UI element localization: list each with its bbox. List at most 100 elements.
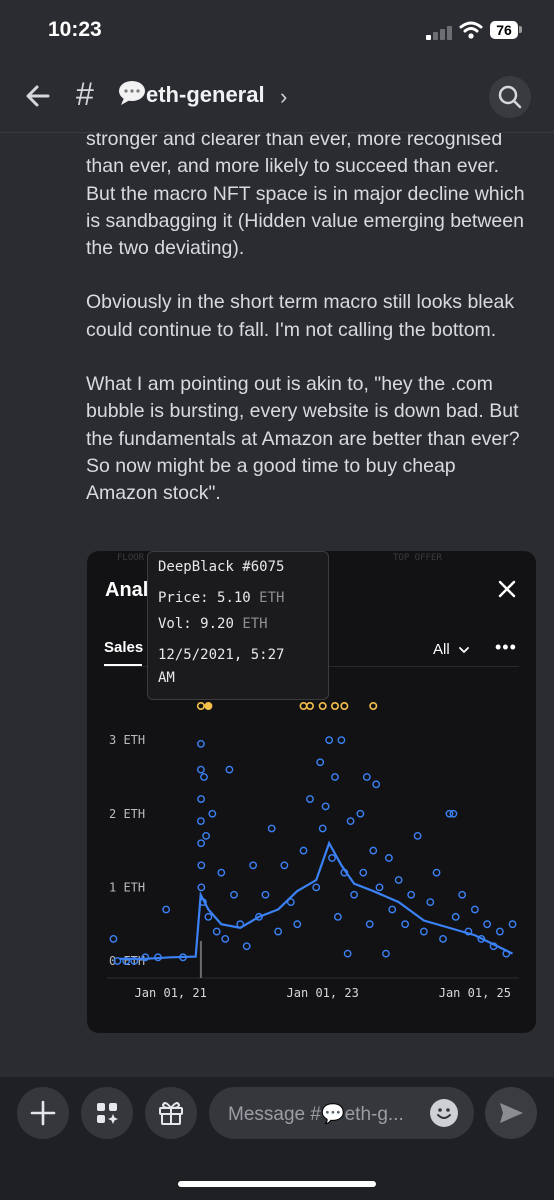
sale-point xyxy=(449,809,458,818)
sale-point xyxy=(274,927,283,936)
sale-point-above-range xyxy=(340,702,349,711)
sale-point xyxy=(407,890,416,899)
sale-point xyxy=(495,927,504,936)
sale-point xyxy=(328,854,336,862)
y-tick-label: 3 ETH xyxy=(109,733,145,747)
chart-tooltip: DeepBlack #6075 Price: 5.10 ETH Vol: 9.2… xyxy=(147,551,329,700)
sale-point xyxy=(221,935,230,943)
sale-point xyxy=(432,868,441,877)
send-button[interactable] xyxy=(485,1087,537,1139)
x-tick-label: Jan 01, 21 xyxy=(135,986,207,1000)
sale-point xyxy=(394,876,403,884)
sale-point xyxy=(426,898,435,907)
sale-point xyxy=(225,765,234,774)
sale-point-above-range xyxy=(318,702,327,711)
channel-name[interactable]: eth-general xyxy=(146,82,265,108)
sale-point xyxy=(350,890,359,899)
tooltip-datetime: 12/5/2021, 5:27 xyxy=(158,647,285,663)
battery-indicator: 76 xyxy=(490,21,518,39)
sale-point-above-range xyxy=(204,702,213,711)
sale-point xyxy=(236,920,245,929)
sale-point xyxy=(325,736,334,745)
sale-point xyxy=(267,824,276,833)
sale-point xyxy=(439,935,447,943)
emoji-icon[interactable] xyxy=(430,1099,458,1127)
sale-point xyxy=(419,927,428,936)
tooltip-vol-label: Vol: xyxy=(158,616,192,632)
message-composer: Message #💬eth-g... xyxy=(0,1076,554,1200)
status-bar: 10:23 76 xyxy=(0,0,554,62)
cell-signal-icon xyxy=(426,24,454,40)
sale-point xyxy=(382,949,390,958)
tooltip-datetime-2: AM xyxy=(158,670,175,686)
apps-icon xyxy=(97,1103,118,1124)
sale-point xyxy=(293,920,302,929)
tooltip-price-unit: ETH xyxy=(259,590,285,606)
sale-point xyxy=(321,802,330,811)
sale-point xyxy=(331,773,339,781)
sale-point xyxy=(217,868,226,877)
sale-point xyxy=(316,758,325,767)
gift-icon xyxy=(159,1102,183,1125)
sale-point xyxy=(401,920,410,929)
apps-button[interactable] xyxy=(81,1087,133,1139)
message-input[interactable]: Message #💬eth-g... xyxy=(209,1087,474,1139)
sale-point xyxy=(333,912,342,921)
sale-point xyxy=(306,795,314,803)
sale-point xyxy=(312,883,321,892)
sale-point xyxy=(208,809,217,818)
tooltip-price-label: Price: xyxy=(158,590,209,606)
sale-point xyxy=(212,927,221,936)
plus-icon xyxy=(30,1100,56,1126)
sale-point-above-range xyxy=(196,702,205,711)
sale-point xyxy=(365,920,374,929)
back-arrow-icon[interactable] xyxy=(22,80,54,112)
sale-point xyxy=(196,739,205,748)
message-paragraph: What I am pointing out is akin to, "hey … xyxy=(86,373,520,505)
sale-point xyxy=(286,898,295,907)
sale-point xyxy=(197,861,206,870)
emoji-face xyxy=(437,1108,451,1119)
tooltip-item: DeepBlack #6075 xyxy=(158,559,285,575)
wifi-icon xyxy=(459,21,483,39)
message-paragraph: stronger and clearer than ever, more rec… xyxy=(86,128,525,260)
sale-point xyxy=(249,861,258,870)
sale-point xyxy=(204,912,213,921)
sale-point xyxy=(372,780,381,789)
sale-point xyxy=(346,817,355,826)
tooltip-price-row: Price: 5.10 ETH xyxy=(158,590,284,606)
sale-point xyxy=(162,905,171,914)
sale-point xyxy=(337,736,346,745)
sale-point xyxy=(451,912,460,921)
sale-point xyxy=(359,868,368,877)
sale-point xyxy=(196,765,205,774)
message-paragraph: Obviously in the short term macro still … xyxy=(86,291,515,341)
sale-point xyxy=(413,831,422,840)
sale-point xyxy=(230,890,238,899)
chevron-right-icon[interactable]: › xyxy=(280,84,287,110)
sale-point xyxy=(109,935,118,943)
sale-point xyxy=(362,773,371,781)
sale-point xyxy=(261,890,270,899)
message-body: stronger and clearer than ever, more rec… xyxy=(86,126,526,535)
sale-point xyxy=(197,839,206,848)
tooltip-vol-unit: ETH xyxy=(242,616,268,632)
sale-point xyxy=(369,846,378,855)
sale-point xyxy=(384,854,393,862)
sale-point xyxy=(375,883,384,892)
message-placeholder: Message #💬eth-g... xyxy=(228,1104,404,1125)
sale-point xyxy=(356,809,365,818)
sale-point-above-range xyxy=(299,702,308,711)
search-button[interactable] xyxy=(489,76,531,118)
home-indicator xyxy=(178,1181,376,1187)
gift-button[interactable] xyxy=(145,1087,197,1139)
sale-point xyxy=(483,920,492,929)
status-time: 10:23 xyxy=(48,18,102,41)
x-tick-label: Jan 01, 25 xyxy=(439,986,511,1000)
y-tick-label: 2 ETH xyxy=(109,807,145,821)
sale-point xyxy=(200,773,208,781)
sale-point xyxy=(197,883,206,892)
add-button[interactable] xyxy=(17,1087,69,1139)
channel-header: # eth-general › xyxy=(0,62,554,133)
y-tick-label: 1 ETH xyxy=(109,880,145,894)
